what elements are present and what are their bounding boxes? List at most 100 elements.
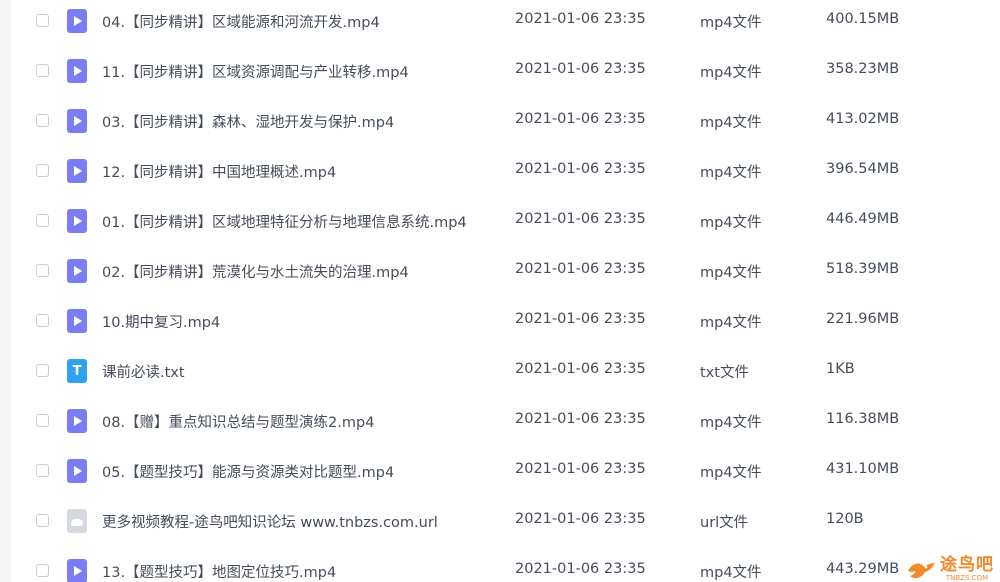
file-size: 221.96MB [826, 311, 900, 327]
modified-date: 2021-01-06 23:35 [515, 461, 646, 477]
row-checkbox[interactable] [36, 364, 49, 377]
play-icon [74, 66, 82, 76]
file-name[interactable]: 05.【题型技巧】能源与资源类对比题型.mp4 [102, 461, 394, 482]
video-file-icon [67, 159, 87, 183]
row-checkbox[interactable] [36, 464, 49, 477]
row-checkbox[interactable] [36, 564, 49, 577]
cloud-icon [71, 519, 83, 526]
play-icon [74, 416, 82, 426]
file-type: url文件 [700, 515, 749, 531]
modified-date: 2021-01-06 23:35 [515, 511, 646, 527]
file-row[interactable]: 更多视频教程-途鸟吧知识论坛 www.tnbzs.com.url 2021-01-… [11, 503, 1000, 553]
video-file-icon [67, 559, 87, 582]
file-type: mp4文件 [700, 265, 762, 281]
file-size: 443.29MB [826, 561, 900, 577]
file-row[interactable]: 01.【同步精讲】区域地理特征分析与地理信息系统.mp4 2021-01-06 2… [11, 203, 1000, 253]
link-file-icon [67, 509, 87, 533]
modified-date: 2021-01-06 23:35 [515, 261, 646, 277]
file-type: mp4文件 [700, 115, 762, 131]
modified-date: 2021-01-06 23:35 [515, 561, 646, 577]
text-glyph: T [72, 363, 82, 379]
row-checkbox[interactable] [36, 114, 49, 127]
file-type: mp4文件 [700, 465, 762, 481]
file-size: 413.02MB [826, 111, 900, 127]
row-checkbox[interactable] [36, 14, 49, 27]
row-checkbox[interactable] [36, 64, 49, 77]
file-row[interactable]: 12.【同步精讲】中国地理概述.mp4 2021-01-06 23:35 mp4文件… [11, 153, 1000, 203]
play-icon [74, 166, 82, 176]
video-file-icon [67, 9, 87, 33]
play-icon [74, 266, 82, 276]
file-size: 400.15MB [826, 11, 900, 27]
watermark: 途鸟吧 TNBZS.COM [906, 557, 994, 582]
modified-date: 2021-01-06 23:35 [515, 61, 646, 77]
file-type: mp4文件 [700, 165, 762, 181]
file-size: 1KB [826, 361, 855, 377]
file-name[interactable]: 08.【赠】重点知识总结与题型演练2.mp4 [102, 411, 374, 432]
file-name[interactable]: 课前必读.txt [102, 361, 185, 382]
video-file-icon [67, 209, 87, 233]
file-name[interactable]: 10.期中复习.mp4 [102, 311, 220, 332]
file-name[interactable]: 11.【同步精讲】区域资源调配与产业转移.mp4 [102, 61, 409, 82]
watermark-domain: TNBZS.COM [945, 574, 989, 582]
file-type: mp4文件 [700, 415, 762, 431]
file-name[interactable]: 04.【同步精讲】区域能源和河流开发.mp4 [102, 11, 380, 32]
file-row[interactable]: T 课前必读.txt 2021-01-06 23:35 txt文件 1KB [11, 353, 1000, 403]
file-row[interactable]: 08.【赠】重点知识总结与题型演练2.mp4 2021-01-06 23:35 mp… [11, 403, 1000, 453]
file-row[interactable]: 03.【同步精讲】森林、湿地开发与保护.mp4 2021-01-06 23:35 m… [11, 103, 1000, 153]
row-checkbox[interactable] [36, 164, 49, 177]
video-file-icon [67, 409, 87, 433]
watermark-text: 途鸟吧 TNBZS.COM [940, 557, 994, 582]
play-icon [74, 116, 82, 126]
file-type: mp4文件 [700, 15, 762, 31]
play-icon [74, 566, 82, 576]
file-name[interactable]: 13.【题型技巧】地图定位技巧.mp4 [102, 561, 336, 582]
file-row[interactable]: 02.【同步精讲】荒漠化与水土流失的治理.mp4 2021-01-06 23:35… [11, 253, 1000, 303]
file-manager-view: 04.【同步精讲】区域能源和河流开发.mp4 2021-01-06 23:35 mp… [0, 0, 1000, 582]
file-name[interactable]: 更多视频教程-途鸟吧知识论坛 www.tnbzs.com.url [102, 511, 438, 532]
video-file-icon [67, 309, 87, 333]
file-row[interactable]: 04.【同步精讲】区域能源和河流开发.mp4 2021-01-06 23:35 mp… [11, 3, 1000, 53]
row-checkbox[interactable] [36, 514, 49, 527]
video-file-icon [67, 109, 87, 133]
file-size: 358.23MB [826, 61, 900, 77]
file-size: 518.39MB [826, 261, 900, 277]
file-name[interactable]: 12.【同步精讲】中国地理概述.mp4 [102, 161, 336, 182]
file-list: 04.【同步精讲】区域能源和河流开发.mp4 2021-01-06 23:35 mp… [11, 0, 1000, 582]
file-name[interactable]: 03.【同步精讲】森林、湿地开发与保护.mp4 [102, 111, 394, 132]
file-name[interactable]: 01.【同步精讲】区域地理特征分析与地理信息系统.mp4 [102, 211, 467, 232]
text-file-icon: T [67, 359, 87, 383]
row-checkbox[interactable] [36, 314, 49, 327]
file-row[interactable]: 05.【题型技巧】能源与资源类对比题型.mp4 2021-01-06 23:35 m… [11, 453, 1000, 503]
file-size: 120B [826, 511, 864, 527]
file-row[interactable]: 13.【题型技巧】地图定位技巧.mp4 2021-01-06 23:35 mp4文件… [11, 553, 1000, 582]
file-size: 396.54MB [826, 161, 900, 177]
file-row[interactable]: 11.【同步精讲】区域资源调配与产业转移.mp4 2021-01-06 23:35… [11, 53, 1000, 103]
modified-date: 2021-01-06 23:35 [515, 11, 646, 27]
file-size: 116.38MB [826, 411, 900, 427]
file-type: mp4文件 [700, 565, 762, 581]
modified-date: 2021-01-06 23:35 [515, 161, 646, 177]
modified-date: 2021-01-06 23:35 [515, 311, 646, 327]
file-row[interactable]: 10.期中复习.mp4 2021-01-06 23:35 mp4文件 221.96MB [11, 303, 1000, 353]
play-icon [74, 216, 82, 226]
play-icon [74, 316, 82, 326]
modified-date: 2021-01-06 23:35 [515, 211, 646, 227]
row-checkbox[interactable] [36, 414, 49, 427]
file-size: 446.49MB [826, 211, 900, 227]
bird-logo-icon [906, 559, 936, 581]
play-icon [74, 466, 82, 476]
row-checkbox[interactable] [36, 214, 49, 227]
video-file-icon [67, 259, 87, 283]
modified-date: 2021-01-06 23:35 [515, 411, 646, 427]
file-type: txt文件 [700, 365, 749, 381]
file-type: mp4文件 [700, 65, 762, 81]
file-size: 431.10MB [826, 461, 900, 477]
file-type: mp4文件 [700, 315, 762, 331]
video-file-icon [67, 59, 87, 83]
row-checkbox[interactable] [36, 264, 49, 277]
file-name[interactable]: 02.【同步精讲】荒漠化与水土流失的治理.mp4 [102, 261, 409, 282]
play-icon [74, 16, 82, 26]
watermark-title: 途鸟吧 [940, 555, 994, 575]
modified-date: 2021-01-06 23:35 [515, 111, 646, 127]
